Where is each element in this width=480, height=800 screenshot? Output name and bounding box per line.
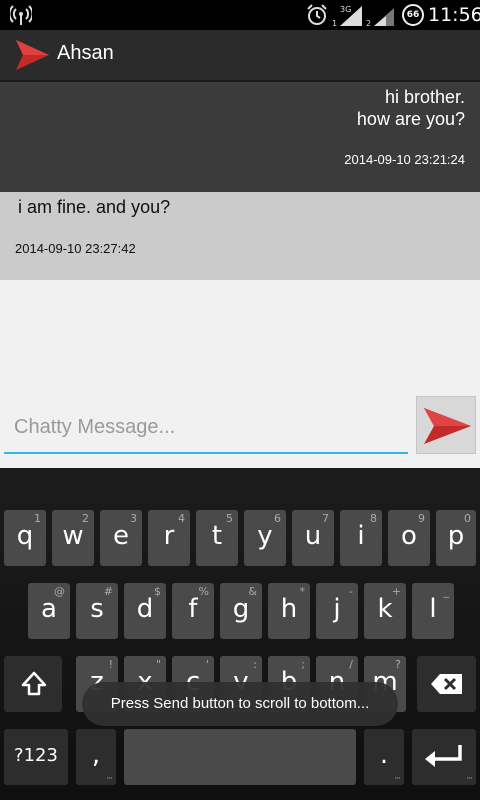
key-w[interactable]: 2w — [52, 510, 94, 566]
more-dots-icon: ··· — [466, 774, 473, 784]
key-d[interactable]: $ d — [124, 583, 166, 639]
key-j[interactable]: -j — [316, 583, 358, 639]
backspace-key[interactable] — [417, 656, 476, 712]
key-a[interactable]: @ a — [28, 583, 70, 639]
battery-level: 66 — [406, 10, 420, 20]
signal-icon: 2 — [366, 8, 394, 27]
message-input[interactable] — [4, 402, 408, 454]
key-label: ?123 — [14, 745, 58, 766]
key-label: y — [257, 521, 273, 551]
key-o[interactable]: 9o — [388, 510, 430, 566]
clock: 11:56 — [428, 4, 480, 26]
key-label: a — [41, 594, 57, 624]
key-p[interactable]: 0p — [436, 510, 476, 566]
alarm-icon — [307, 4, 327, 25]
shift-icon — [21, 671, 47, 696]
key-label: , — [91, 740, 101, 770]
status-bar: 1 3G 2 66 11:56 — [0, 0, 480, 30]
key-q[interactable]: 1q — [4, 510, 46, 566]
more-dots-icon: ··· — [394, 774, 401, 784]
enter-icon — [425, 745, 462, 767]
sim1-label: 1 — [332, 19, 337, 27]
key-l[interactable]: _ l — [412, 583, 454, 639]
key-e[interactable]: 3e — [100, 510, 142, 566]
key-g[interactable]: & g — [220, 583, 262, 639]
soft-keyboard: 1q 2w 3e 4r 5t 6y 7u 8i 9o 0p @ a # s $ d %… — [0, 468, 480, 800]
key-label: f — [188, 594, 198, 624]
more-dots-icon: ··· — [106, 774, 113, 784]
sim2-label: 2 — [366, 19, 371, 27]
key-label: p — [447, 521, 465, 551]
signal-icon: 1 3G — [332, 5, 362, 27]
comma-key[interactable]: , ··· — [76, 729, 116, 785]
send-icon — [424, 408, 471, 444]
symbols-key[interactable]: ?123 — [4, 729, 68, 785]
enter-key[interactable]: ··· — [412, 729, 476, 785]
network-3g-label: 3G — [340, 5, 351, 14]
key-label: u — [304, 521, 322, 551]
backspace-icon — [431, 674, 462, 694]
key-t[interactable]: 5t — [196, 510, 238, 566]
key-label: l — [429, 594, 437, 624]
wifi-icon — [10, 5, 32, 25]
key-r[interactable]: 4r — [148, 510, 190, 566]
paper-plane-icon[interactable] — [14, 38, 50, 72]
key-label: k — [377, 594, 393, 624]
action-bar: Ahsan — [0, 30, 480, 82]
key-label: h — [280, 594, 298, 624]
message-outgoing[interactable]: hi brother. how are you? 2014-09-10 23:2… — [0, 82, 480, 192]
send-button[interactable] — [416, 396, 476, 454]
key-label: o — [401, 521, 417, 551]
key-y[interactable]: 6y — [244, 510, 286, 566]
message-timestamp: 2014-09-10 23:27:42 — [15, 241, 136, 256]
message-text: hi brother. how are you? — [356, 87, 465, 129]
key-label: d — [136, 594, 154, 624]
key-label: w — [62, 521, 84, 551]
message-timestamp: 2014-09-10 23:21:24 — [344, 152, 465, 167]
chat-list[interactable]: hi brother. how are you? 2014-09-10 23:2… — [0, 82, 480, 392]
key-u[interactable]: 7u — [292, 510, 334, 566]
key-s[interactable]: # s — [76, 583, 118, 639]
key-label: . — [379, 740, 389, 770]
key-k[interactable]: + k — [364, 583, 406, 639]
shift-key[interactable] — [4, 656, 62, 712]
key-f[interactable]: % f — [172, 583, 214, 639]
key-i[interactable]: 8i — [340, 510, 382, 566]
toast-message: Press Send button to scroll to bottom... — [82, 682, 398, 726]
conversation-title: Ahsan — [57, 42, 114, 64]
message-incoming[interactable]: i am fine. and you? 2014-09-10 23:27:42 — [0, 192, 480, 280]
composer — [0, 392, 480, 468]
battery-icon: 66 — [402, 4, 424, 26]
key-label: e — [113, 521, 129, 551]
key-label: j — [333, 594, 341, 624]
key-label: g — [232, 594, 250, 624]
key-label: i — [357, 521, 365, 551]
key-label: s — [90, 594, 104, 624]
message-text: i am fine. and you? — [18, 197, 171, 217]
space-key[interactable] — [124, 729, 356, 785]
key-label: r — [163, 521, 175, 551]
key-h[interactable]: * h — [268, 583, 310, 639]
key-label: t — [211, 521, 223, 551]
period-key[interactable]: . ··· — [364, 729, 404, 785]
key-label: q — [16, 521, 34, 551]
